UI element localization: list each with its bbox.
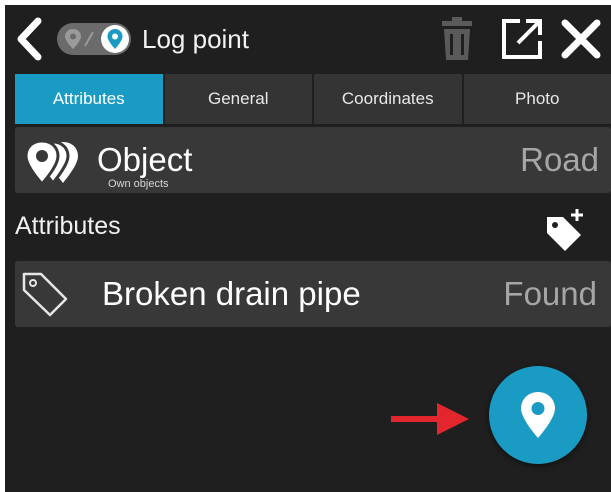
tab-general[interactable]: General <box>164 74 312 124</box>
object-value: Road <box>520 141 599 178</box>
toggle-knob <box>101 25 129 53</box>
chevron-left-icon <box>17 17 42 61</box>
attribute-name: Broken drain pipe <box>102 275 361 312</box>
open-external-button[interactable] <box>498 15 546 63</box>
attribute-row[interactable]: Broken drain pipe Found <box>15 261 611 327</box>
object-label: Object <box>97 141 193 178</box>
map-pin-icon <box>107 29 123 49</box>
top-bar: Log point <box>5 5 611 73</box>
open-external-icon <box>502 19 542 59</box>
attribute-value: Found <box>503 275 597 312</box>
delete-button[interactable] <box>437 15 477 63</box>
map-pin-off-icon <box>65 29 94 49</box>
red-arrow-icon <box>391 403 469 435</box>
log-point-fab[interactable] <box>489 366 587 464</box>
log-point-screen: Log point Attributes General Coordinates… <box>5 5 611 492</box>
tab-bar: Attributes General Coordinates Photo <box>15 74 611 124</box>
tag-icon <box>22 272 68 317</box>
add-attribute-button[interactable] <box>541 205 589 253</box>
object-selector[interactable]: Object Own objects Road <box>15 127 611 193</box>
tab-coordinates[interactable]: Coordinates <box>314 74 462 124</box>
back-button[interactable] <box>11 15 47 63</box>
tab-attributes[interactable]: Attributes <box>15 74 163 124</box>
map-pin-icon <box>521 392 555 438</box>
attributes-heading: Attributes <box>15 212 121 240</box>
stacked-pins-icon <box>24 139 78 185</box>
close-icon <box>561 19 601 59</box>
object-category: Own objects <box>108 178 169 190</box>
tab-photo[interactable]: Photo <box>463 74 611 124</box>
add-tag-icon <box>547 209 583 251</box>
logging-toggle[interactable] <box>57 23 131 55</box>
page-title: Log point <box>142 24 249 54</box>
close-button[interactable] <box>557 15 605 63</box>
trash-icon <box>442 17 472 60</box>
